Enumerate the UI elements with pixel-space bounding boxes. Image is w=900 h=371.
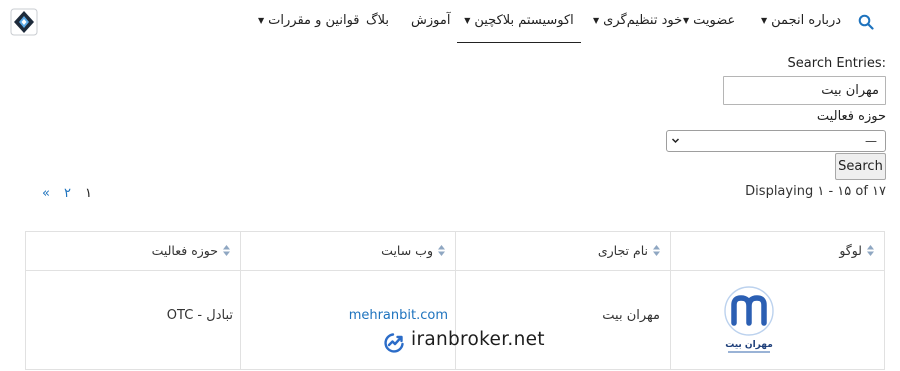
page-1[interactable]: ۱ xyxy=(85,186,92,201)
cell-activity: تبادل - OTC xyxy=(25,270,241,370)
nav-label: اکوسیستم بلاکچین xyxy=(474,13,574,28)
column-label: وب سایت xyxy=(381,243,433,258)
nav-label: آموزش xyxy=(411,13,451,28)
column-header-activity[interactable]: حوزه فعالیت xyxy=(25,231,241,271)
nav-item-education[interactable]: آموزش xyxy=(411,0,450,42)
activity-field-select[interactable]: — xyxy=(666,130,886,152)
select-value: — xyxy=(865,134,877,148)
column-label: حوزه فعالیت xyxy=(151,243,218,258)
nav-item-about[interactable]: درباره انجمن▼ xyxy=(761,0,841,42)
website-link[interactable]: mehranbit.com xyxy=(349,308,448,323)
members-table: لوگو نام تجاری وب سایت حوزه فعالیت مهران… xyxy=(25,231,885,371)
logo-wordmark: مهران بیت xyxy=(725,340,773,350)
nav-label: خود تنظیم‌گری xyxy=(603,13,683,28)
search-input[interactable] xyxy=(723,76,886,105)
site-logo-icon[interactable] xyxy=(10,8,38,36)
caret-down-icon: ▼ xyxy=(593,16,600,25)
nav-item-blockchain-ecosystem[interactable]: اکوسیستم بلاکچین▼ xyxy=(457,0,581,43)
brand-name: مهران بیت xyxy=(602,308,660,323)
cell-website: mehranbit.com xyxy=(240,270,456,370)
column-header-brand[interactable]: نام تجاری xyxy=(455,231,671,271)
sort-icon xyxy=(223,245,230,256)
column-header-website[interactable]: وب سایت xyxy=(240,231,456,271)
column-label: نام تجاری xyxy=(597,243,648,258)
cell-logo: مهران بیت xyxy=(670,270,885,370)
page-next[interactable]: « xyxy=(42,186,50,201)
nav-item-rules[interactable]: قوانین و مقررات▼ xyxy=(258,0,360,42)
caret-down-icon: ▼ xyxy=(464,16,471,25)
results-count: Displaying ۱ - ۱۵ of ۱۷ xyxy=(745,184,886,199)
caret-down-icon: ▼ xyxy=(761,16,768,25)
search-button[interactable]: Search xyxy=(835,153,886,180)
search-icon[interactable] xyxy=(858,14,874,30)
activity-field-label: حوزه فعالیت xyxy=(816,109,886,124)
trend-chart-icon xyxy=(384,333,404,353)
activity-value: تبادل - OTC xyxy=(166,308,233,323)
sort-icon xyxy=(653,245,660,256)
site-header: درباره انجمن▼ عضویت▼ خود تنظیم‌گری▼ اکوس… xyxy=(0,0,900,44)
nav-label: درباره انجمن xyxy=(771,13,842,28)
nav-item-membership[interactable]: عضویت▼ xyxy=(683,0,735,42)
nav-item-self-regulation[interactable]: خود تنظیم‌گری▼ xyxy=(593,0,682,42)
column-label: لوگو xyxy=(839,243,862,258)
caret-down-icon: ▼ xyxy=(258,16,265,25)
nav-label: عضویت xyxy=(693,13,736,28)
column-header-logo[interactable]: لوگو xyxy=(670,231,885,271)
search-entries-label: Search Entries: xyxy=(787,56,886,71)
cell-brand: مهران بیت xyxy=(455,270,671,370)
nav-label: بلاگ xyxy=(366,13,390,28)
sort-icon xyxy=(867,245,874,256)
page-2[interactable]: ۲ xyxy=(64,186,71,201)
chevron-down-icon xyxy=(671,138,680,144)
mehranbit-logo[interactable]: مهران بیت xyxy=(714,283,784,359)
nav-item-blog[interactable]: بلاگ xyxy=(366,0,389,42)
caret-down-icon: ▼ xyxy=(683,16,690,25)
sort-icon xyxy=(438,245,445,256)
nav-label: قوانین و مقررات xyxy=(268,13,360,28)
watermark-text: iranbroker.net xyxy=(411,329,545,350)
